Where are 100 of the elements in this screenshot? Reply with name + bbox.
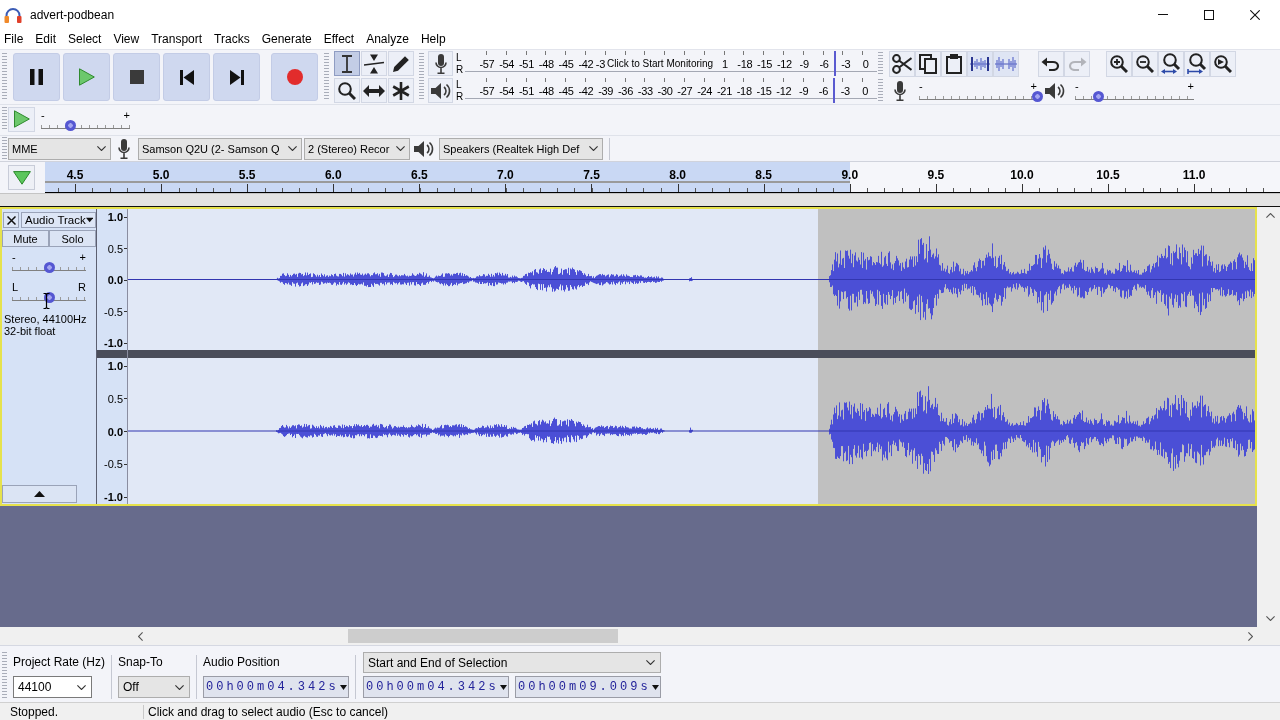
meter-tick-label: -3 — [595, 57, 605, 70]
double-arrow-icon — [363, 84, 385, 97]
solo-button[interactable]: Solo — [49, 230, 96, 247]
time-shift-tool-button[interactable] — [361, 78, 387, 103]
meter-tick-label: -3 — [839, 84, 851, 97]
meter-tick-label: -42 — [577, 57, 595, 70]
ruler-label: 6.5 — [411, 168, 428, 182]
menu-item[interactable]: Generate — [255, 29, 318, 49]
timeline-ruler[interactable]: 4.5 5.0 5.5 6.0 6.5 7.0 7.5 8.0 8.5 9.0 9.5 10.0 10.5 11.0 — [45, 162, 1280, 193]
meter-tick-label: -30 — [656, 84, 674, 97]
channel-label: L — [456, 51, 463, 64]
menu-item[interactable]: Transport — [145, 29, 209, 49]
meter-tick-label: -48 — [537, 84, 555, 97]
scrollbar-thumb[interactable] — [348, 629, 618, 643]
fit-selection-button[interactable] — [1158, 50, 1184, 77]
field-label: Snap-To — [118, 654, 164, 671]
pause-button[interactable] — [13, 53, 60, 101]
recording-meter[interactable]: -57 -54 -51 -48 -45 -42 -3 Click to Start Monitoring 1 -18 -15 -12 -9 -6 -3 0 — [465, 51, 877, 76]
waveform-icon — [995, 56, 1017, 71]
menu-item[interactable]: Tracks — [208, 29, 256, 49]
ruler-label: 7.5 — [583, 168, 600, 182]
play-icon — [78, 68, 95, 86]
slider-thumb[interactable] — [43, 292, 55, 303]
menu-item[interactable]: Select — [62, 29, 108, 49]
slider-thumb[interactable] — [1031, 91, 1043, 102]
amplitude-label: -1.0 — [104, 337, 127, 349]
menu-item[interactable]: Edit — [29, 29, 63, 49]
menu-item[interactable]: Help — [414, 29, 452, 49]
menu-item[interactable]: Effect — [317, 29, 361, 49]
chevron-down-icon — [1265, 616, 1275, 621]
paste-button[interactable] — [941, 50, 967, 77]
meter-tick-label: -45 — [557, 84, 575, 97]
draw-tool-button[interactable] — [388, 51, 414, 76]
caret-down-icon — [85, 217, 93, 223]
playback-device-dropdown[interactable]: Speakers (Realtek High Def — [439, 137, 603, 160]
selection-start-field[interactable]: 00h00m04.342s — [363, 676, 509, 698]
meter-message[interactable]: Click to Start Monitoring — [606, 58, 714, 69]
playback-meter-button[interactable] — [428, 78, 453, 103]
menu-item[interactable]: File — [0, 29, 30, 49]
waveform-bars-icon — [969, 56, 991, 71]
recording-channels-dropdown[interactable]: 2 (Stereo) Recor — [304, 137, 410, 160]
stop-button[interactable] — [113, 53, 160, 101]
status-text: Stopped. — [9, 704, 60, 719]
slider-thumb[interactable] — [43, 262, 55, 273]
snap-to-dropdown[interactable]: Off — [118, 676, 190, 698]
audio-position-field[interactable]: 00h00m04.342s — [203, 676, 349, 698]
selection-end-field[interactable]: 00h00m09.009s — [515, 676, 661, 698]
multi-tool-button[interactable] — [388, 78, 414, 103]
menu-item[interactable]: View — [107, 29, 146, 49]
chevron-right-icon — [1247, 631, 1253, 641]
clipboard-icon — [946, 53, 962, 74]
undo-button[interactable] — [1038, 50, 1064, 77]
scissors-icon — [892, 53, 912, 74]
timeline-options-button[interactable] — [8, 165, 35, 190]
zoom-out-button[interactable] — [1132, 50, 1158, 77]
ruler-label: 10.5 — [1096, 168, 1120, 182]
track-format-text: 32-bit float — [4, 325, 57, 337]
peak-marker — [833, 51, 836, 76]
audio-host-dropdown[interactable]: MME — [8, 137, 111, 160]
copy-button[interactable] — [915, 50, 941, 77]
skip-to-end-button[interactable] — [213, 53, 260, 101]
toolbar-grip[interactable] — [2, 136, 7, 161]
channel-label: R — [456, 90, 464, 103]
menu-item[interactable]: Analyze — [360, 29, 415, 49]
playback-meter[interactable]: -57 -54 -51 -48 -45 -42 -39 -36 -33 -30 -27 -24 -21 -18 -15 -12 -9 -6 -3 0 — [465, 78, 877, 103]
ruler-label: 11.0 — [1182, 168, 1206, 182]
project-rate-combo[interactable]: 44100 — [13, 676, 92, 698]
collapse-track-button[interactable] — [2, 485, 77, 503]
slider-thumb[interactable] — [1093, 91, 1105, 102]
zoom-toggle-button[interactable] — [1210, 50, 1236, 77]
slider-thumb[interactable] — [64, 119, 76, 131]
cut-button[interactable] — [889, 50, 915, 77]
asterisk-icon — [392, 81, 410, 100]
close-track-button[interactable] — [3, 212, 19, 228]
amplitude-label: 0.5 — [107, 392, 127, 405]
ruler-label: 9.0 — [841, 168, 859, 182]
skip-to-start-button[interactable] — [163, 53, 210, 101]
toolbar-grip[interactable] — [2, 107, 7, 131]
maximize-icon — [1204, 9, 1214, 20]
ruler-label: 10.0 — [1010, 168, 1034, 182]
selection-tool-button[interactable] — [334, 51, 360, 76]
track-menu-button[interactable]: Audio Track — [21, 212, 96, 228]
mute-button[interactable]: Mute — [2, 230, 49, 247]
envelope-tool-button[interactable] — [361, 51, 387, 76]
zoom-tool-button[interactable] — [334, 78, 360, 103]
record-meter-button[interactable] — [428, 51, 453, 76]
fit-project-button[interactable] — [1184, 50, 1210, 77]
play-at-speed-button[interactable] — [8, 106, 35, 132]
zoom-in-button[interactable] — [1106, 50, 1132, 77]
meter-tick-label: -9 — [798, 57, 810, 70]
trim-button[interactable] — [967, 50, 993, 77]
record-button[interactable] — [271, 53, 318, 101]
meter-tick-label: -39 — [597, 84, 615, 97]
selection-mode-dropdown[interactable]: Start and End of Selection — [363, 652, 661, 673]
field-label: Audio Position — [203, 654, 281, 671]
microphone-icon — [434, 53, 447, 74]
recording-device-dropdown[interactable]: Samson Q2U (2- Samson Q — [138, 137, 302, 160]
ruler-label: 4.5 — [66, 168, 84, 182]
amplitude-label: 0.0 — [107, 425, 127, 438]
text-cursor-icon — [341, 54, 353, 73]
